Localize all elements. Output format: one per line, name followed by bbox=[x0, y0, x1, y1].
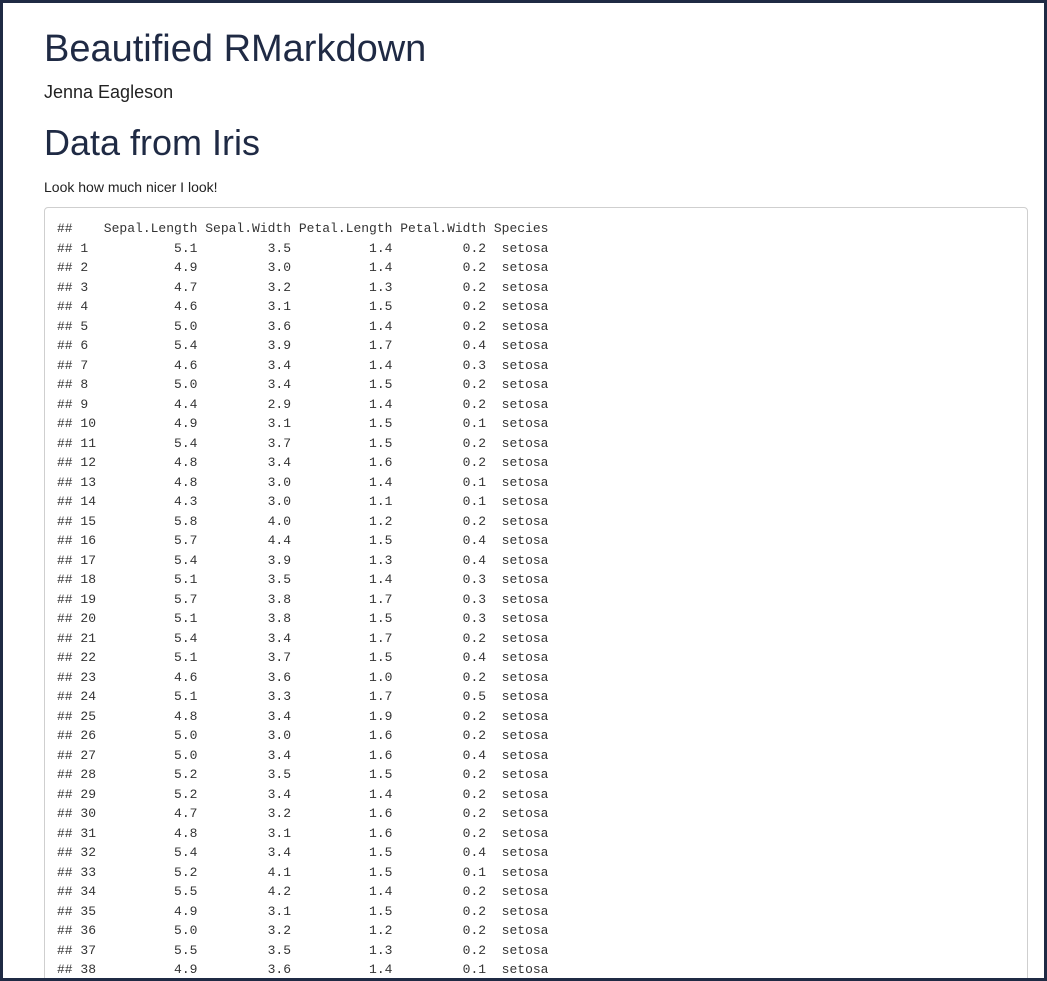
output-row: ## 30 4.7 3.2 1.6 0.2 setosa bbox=[57, 806, 549, 821]
output-row: ## 36 5.0 3.2 1.2 0.2 setosa bbox=[57, 923, 549, 938]
output-row: ## 17 5.4 3.9 1.3 0.4 setosa bbox=[57, 552, 549, 568]
output-row: ## 2 4.9 3.0 1.4 0.2 setosa bbox=[57, 260, 549, 275]
output-row: ## 7 4.6 3.4 1.4 0.3 setosa bbox=[57, 357, 549, 373]
output-row: ## 29 5.2 3.4 1.4 0.2 setosa bbox=[57, 786, 549, 802]
output-row: ## 11 5.4 3.7 1.5 0.2 setosa bbox=[57, 435, 549, 451]
output-row: ## 10 4.9 3.1 1.5 0.1 setosa bbox=[57, 416, 549, 431]
output-row: ## 35 4.9 3.1 1.5 0.2 setosa bbox=[57, 903, 549, 919]
output-row: ## 34 5.5 4.2 1.4 0.2 setosa bbox=[57, 884, 549, 899]
output-header-row: ## Sepal.Length Sepal.Width Petal.Length… bbox=[57, 221, 549, 236]
document-title: Beautified RMarkdown bbox=[44, 28, 427, 70]
output-row: ## 6 5.4 3.9 1.7 0.4 setosa bbox=[57, 338, 549, 353]
output-row: ## 3 4.7 3.2 1.3 0.2 setosa bbox=[57, 279, 549, 295]
output-row: ## 16 5.7 4.4 1.5 0.4 setosa bbox=[57, 533, 549, 548]
output-row: ## 24 5.1 3.3 1.7 0.5 setosa bbox=[57, 689, 549, 704]
output-row: ## 15 5.8 4.0 1.2 0.2 setosa bbox=[57, 513, 549, 529]
output-row: ## 33 5.2 4.1 1.5 0.1 setosa bbox=[57, 864, 549, 880]
output-row: ## 12 4.8 3.4 1.6 0.2 setosa bbox=[57, 455, 549, 470]
output-row: ## 5 5.0 3.6 1.4 0.2 setosa bbox=[57, 318, 549, 334]
output-row: ## 21 5.4 3.4 1.7 0.2 setosa bbox=[57, 630, 549, 646]
output-row: ## 20 5.1 3.8 1.5 0.3 setosa bbox=[57, 611, 549, 626]
output-row: ## 32 5.4 3.4 1.5 0.4 setosa bbox=[57, 845, 549, 860]
output-row: ## 26 5.0 3.0 1.6 0.2 setosa bbox=[57, 728, 549, 743]
output-row: ## 14 4.3 3.0 1.1 0.1 setosa bbox=[57, 494, 549, 509]
output-row: ## 4 4.6 3.1 1.5 0.2 setosa bbox=[57, 299, 549, 314]
output-row: ## 27 5.0 3.4 1.6 0.4 setosa bbox=[57, 747, 549, 763]
page-frame: Beautified RMarkdown Jenna Eagleson Data… bbox=[0, 0, 1047, 981]
output-row: ## 8 5.0 3.4 1.5 0.2 setosa bbox=[57, 377, 549, 392]
output-row: ## 18 5.1 3.5 1.4 0.3 setosa bbox=[57, 572, 549, 587]
output-row: ## 38 4.9 3.6 1.4 0.1 setosa bbox=[57, 962, 549, 977]
document-author: Jenna Eagleson bbox=[44, 82, 174, 102]
output-row: ## 37 5.5 3.5 1.3 0.2 setosa bbox=[57, 942, 549, 958]
output-row: ## 31 4.8 3.1 1.6 0.2 setosa bbox=[57, 825, 549, 841]
output-row: ## 22 5.1 3.7 1.5 0.4 setosa bbox=[57, 650, 549, 665]
code-output: ## Sepal.Length Sepal.Width Petal.Length… bbox=[45, 208, 1027, 978]
output-row: ## 28 5.2 3.5 1.5 0.2 setosa bbox=[57, 767, 549, 782]
output-row: ## 25 4.8 3.4 1.9 0.2 setosa bbox=[57, 708, 549, 724]
output-row: ## 1 5.1 3.5 1.4 0.2 setosa bbox=[57, 240, 549, 256]
code-output-block[interactable]: ## Sepal.Length Sepal.Width Petal.Length… bbox=[44, 207, 1028, 978]
output-row: ## 19 5.7 3.8 1.7 0.3 setosa bbox=[57, 591, 549, 607]
section-text: Look how much nicer I look! bbox=[44, 179, 218, 195]
output-row: ## 23 4.6 3.6 1.0 0.2 setosa bbox=[57, 669, 549, 685]
section-heading: Data from Iris bbox=[44, 122, 261, 163]
output-row: ## 13 4.8 3.0 1.4 0.1 setosa bbox=[57, 474, 549, 490]
output-row: ## 9 4.4 2.9 1.4 0.2 setosa bbox=[57, 396, 549, 412]
